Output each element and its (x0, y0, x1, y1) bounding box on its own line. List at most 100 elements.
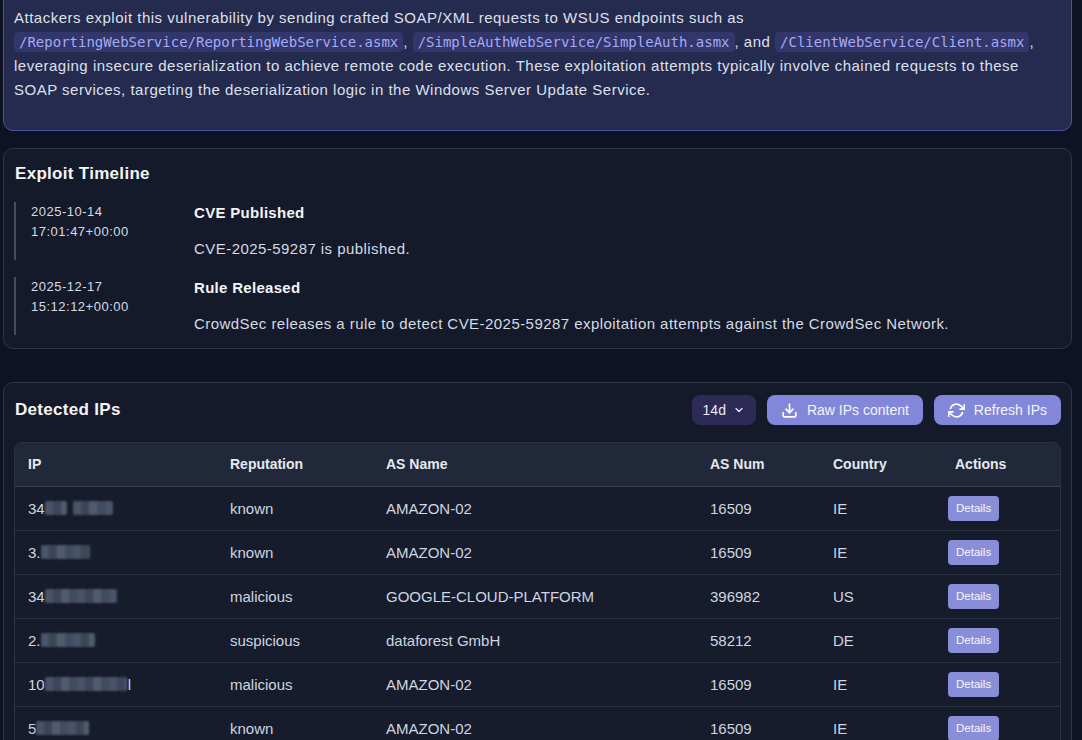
timeline-event: 2025-10-1417:01:47+00:00CVE Published CVE… (14, 202, 1061, 260)
cell-ip: 2. (15, 618, 217, 662)
endpoint-code-simpleauthwebservice: /SimpleAuthWebService/SimpleAuth.asmx (413, 32, 735, 52)
cell-actions: Details (942, 530, 1060, 574)
refresh-icon (948, 402, 965, 419)
table-head: IPReputationAS NameAS NumCountryActions (15, 443, 1060, 486)
cell-ip: 3. (15, 530, 217, 574)
endpoint-code-reportingwebservice: /ReportingWebService/ReportingWebService… (14, 32, 403, 52)
cell-actions: Details (942, 486, 1060, 530)
details-button[interactable]: Details (948, 716, 999, 740)
ip-value: 34 (28, 588, 204, 605)
cell-as-num: 16509 (697, 662, 820, 706)
period-select-value: 14d (703, 402, 726, 418)
detected-ips-table-container: IPReputationAS NameAS NumCountryActions … (14, 442, 1061, 740)
cell-ip: 5 (15, 706, 217, 740)
cell-country: DE (820, 618, 942, 662)
cell-ip: 10 l (15, 662, 217, 706)
ip-value: 3. (28, 544, 204, 561)
ip-redacted-block (45, 589, 117, 603)
cell-reputation: malicious (217, 574, 373, 618)
detected-ips-controls: 14d Raw IPs content Refresh IPs (692, 395, 1061, 425)
cell-actions: Details (942, 618, 1060, 662)
vulnerability-description-card: Attackers exploit this vulnerability by … (3, 0, 1072, 131)
timeline-items: 2025-10-1417:01:47+00:00CVE Published CVE… (14, 202, 1061, 335)
cell-actions: Details (942, 574, 1060, 618)
timeline-event-time: 17:01:47+00:00 (31, 222, 194, 242)
details-button[interactable]: Details (948, 496, 999, 521)
raw-ips-content-button[interactable]: Raw IPs content (767, 395, 923, 425)
cell-country: IE (820, 662, 942, 706)
ip-redacted-block (45, 677, 127, 691)
cell-as-name: dataforest GmbH (373, 618, 697, 662)
cell-country: IE (820, 486, 942, 530)
table-row: 34 maliciousGOOGLE-CLOUD-PLATFORM396982US… (15, 574, 1060, 618)
detected-ips-title: Detected IPs (14, 400, 121, 420)
endpoint-code-clientwebservice: /ClientWebService/Client.asmx (775, 32, 1029, 52)
cell-actions: Details (942, 662, 1060, 706)
table-body: 34knownAMAZON-0216509IEDetails3.knownAMA… (15, 486, 1060, 740)
timeline-event-datetime: 2025-10-1417:01:47+00:00 (31, 202, 194, 260)
ip-suffix: l (128, 676, 131, 693)
cell-ip: 34 (15, 486, 217, 530)
details-button[interactable]: Details (948, 672, 999, 697)
ip-value: 10 l (28, 676, 204, 693)
period-select[interactable]: 14d (692, 395, 756, 425)
ip-value: 5 (28, 720, 204, 737)
cell-as-name: AMAZON-02 (373, 706, 697, 740)
ip-prefix: 10 (28, 676, 45, 693)
timeline-event-date: 2025-10-14 (31, 202, 194, 222)
refresh-ips-button[interactable]: Refresh IPs (934, 395, 1061, 425)
description-text-before: Attackers exploit this vulnerability by … (14, 9, 744, 26)
table-row: 3. knownAMAZON-0216509IEDetails (15, 530, 1060, 574)
details-button[interactable]: Details (948, 628, 999, 653)
exploit-timeline-title: Exploit Timeline (14, 164, 1061, 184)
timeline-event-description: CrowdSec releases a rule to detect CVE-2… (194, 314, 1061, 334)
cell-ip: 34 (15, 574, 217, 618)
cell-as-num: 16509 (697, 530, 820, 574)
timeline-event-description: CVE-2025-59287 is published. (194, 239, 1061, 259)
cell-as-name: GOOGLE-CLOUD-PLATFORM (373, 574, 697, 618)
content-stack: Attackers exploit this vulnerability by … (3, 0, 1072, 740)
column-header: AS Num (697, 443, 820, 486)
timeline-event-title: CVE Published (194, 204, 1061, 222)
cell-as-name: AMAZON-02 (373, 530, 697, 574)
raw-ips-content-label: Raw IPs content (807, 402, 909, 418)
column-header: Reputation (217, 443, 373, 486)
ip-redacted-block (41, 545, 90, 559)
vulnerability-description: Attackers exploit this vulnerability by … (14, 6, 1061, 102)
timeline-event-content: Rule Released CrowdSec releases a rule to… (194, 277, 1061, 335)
cell-reputation: suspicious (217, 618, 373, 662)
cell-actions: Details (942, 706, 1060, 740)
ip-redacted-block (73, 501, 113, 515)
ip-prefix: 2. (28, 632, 41, 649)
cell-as-name: AMAZON-02 (373, 662, 697, 706)
cell-reputation: known (217, 486, 373, 530)
details-button[interactable]: Details (948, 584, 999, 609)
cell-country: IE (820, 530, 942, 574)
cell-as-name: AMAZON-02 (373, 486, 697, 530)
column-header: Country (820, 443, 942, 486)
ip-redacted-block (36, 721, 89, 735)
table-row: 5knownAMAZON-0216509IEDetails (15, 706, 1060, 740)
refresh-ips-label: Refresh IPs (974, 402, 1047, 418)
column-header: IP (15, 443, 217, 486)
detected-ips-card: Detected IPs 14d Raw IPs content Refresh… (3, 382, 1072, 740)
table-row: 34 knownAMAZON-0216509IEDetails (15, 486, 1060, 530)
ip-value: 34 (28, 500, 204, 517)
download-icon (781, 402, 798, 419)
timeline-event-title: Rule Released (194, 279, 1061, 297)
cell-reputation: malicious (217, 662, 373, 706)
timeline-event-date: 2025-12-17 (31, 277, 194, 297)
ip-prefix: 5 (28, 720, 36, 737)
cell-as-num: 16509 (697, 706, 820, 740)
cell-as-num: 58212 (697, 618, 820, 662)
cell-country: US (820, 574, 942, 618)
cell-as-num: 396982 (697, 574, 820, 618)
details-button[interactable]: Details (948, 540, 999, 565)
ip-prefix: 34 (28, 500, 45, 517)
table-header-row: IPReputationAS NameAS NumCountryActions (15, 443, 1060, 486)
detected-ips-header: Detected IPs 14d Raw IPs content Refresh… (14, 395, 1061, 425)
cell-as-num: 16509 (697, 486, 820, 530)
chevron-down-icon (733, 404, 745, 416)
cell-reputation: known (217, 530, 373, 574)
timeline-event-time: 15:12:12+00:00 (31, 297, 194, 317)
